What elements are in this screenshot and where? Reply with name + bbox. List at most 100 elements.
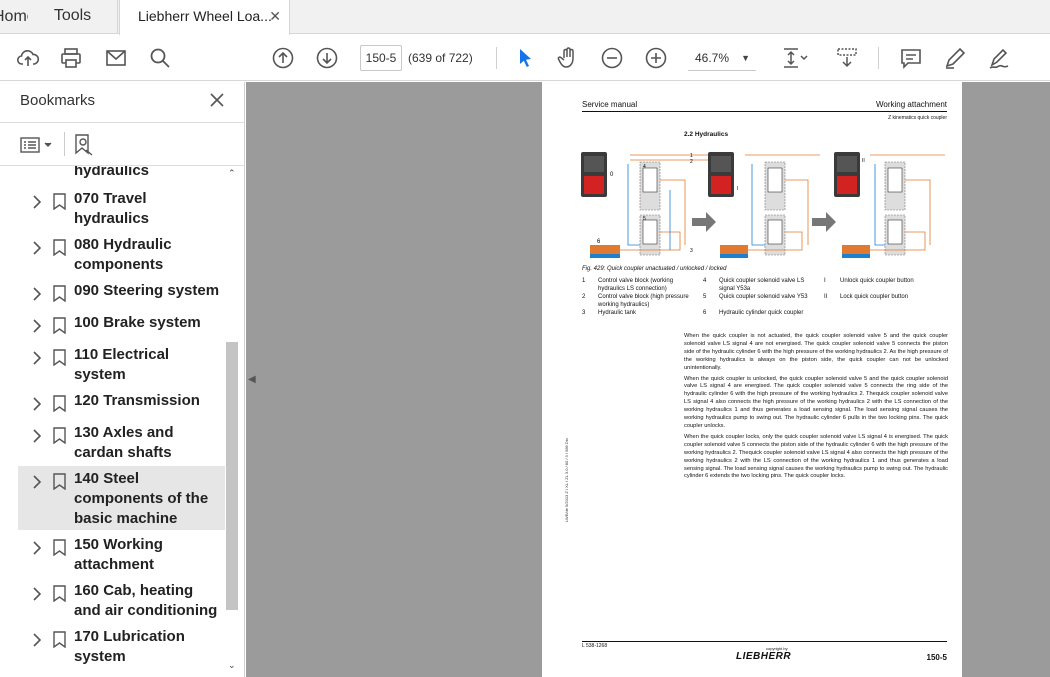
- legend-number: II: [824, 294, 828, 300]
- figure-caption: Fig. 429: Quick coupler unactuated / unl…: [582, 266, 727, 272]
- bookmark-label: 120 Transmission: [74, 392, 200, 409]
- svg-text:2: 2: [690, 159, 693, 165]
- collapse-panel-icon[interactable]: ◀: [248, 374, 256, 385]
- bookmark-item[interactable]: 160 Cab, heating and air conditioning: [18, 578, 225, 622]
- bookmark-label: 140 Steel components of the basic machin…: [74, 470, 209, 527]
- bookmark-icon: [53, 285, 66, 303]
- scroll-thumb[interactable]: [226, 342, 238, 610]
- page-header-left: Service manual: [582, 100, 638, 109]
- header-rule: [582, 111, 947, 112]
- bookmark-item[interactable]: hydraulics: [18, 166, 225, 180]
- legend-number: 2: [582, 294, 586, 300]
- chevron-right-icon[interactable]: [32, 319, 42, 333]
- legend-text: Control valve block (working hydraulics …: [598, 278, 674, 292]
- bookmark-icon: [53, 473, 66, 491]
- arrow-icon: [692, 212, 716, 232]
- highlight-pen-icon[interactable]: [942, 45, 968, 71]
- hand-icon[interactable]: [555, 45, 581, 71]
- toolbar-divider: [64, 132, 65, 156]
- toolbar-divider: [878, 47, 879, 69]
- close-icon[interactable]: ✕: [269, 0, 281, 33]
- close-icon[interactable]: [207, 90, 227, 110]
- next-page-icon[interactable]: [314, 45, 340, 71]
- pdf-page: Service manual Working attachment Z kine…: [542, 82, 962, 677]
- chevron-right-icon[interactable]: [32, 429, 42, 443]
- svg-text:II: II: [862, 158, 865, 164]
- bookmark-icon: [53, 585, 66, 603]
- scroll-down-icon[interactable]: ⌄: [228, 660, 236, 671]
- legend-number: 5: [703, 294, 707, 300]
- bookmark-item[interactable]: 070 Travel hydraulics: [18, 186, 225, 230]
- search-icon[interactable]: [147, 45, 173, 71]
- chevron-right-icon[interactable]: [32, 587, 42, 601]
- chevron-right-icon[interactable]: [32, 633, 42, 647]
- chevron-right-icon[interactable]: [32, 241, 42, 255]
- zoom-select[interactable]: 46.7% ▼: [688, 45, 756, 71]
- legend-text: Hydraulic cylinder quick coupler: [719, 310, 804, 316]
- bookmark-label: hydraulics: [74, 166, 150, 179]
- bookmark-label: 110 Electrical system: [74, 346, 170, 383]
- tab-bar: Home Tools Liebherr Wheel Loa... ✕: [0, 0, 1050, 35]
- diagram-panel-locked: II: [834, 152, 945, 258]
- body-text: When the quick coupler is not actuated, …: [684, 333, 948, 484]
- svg-text:4: 4: [643, 164, 646, 170]
- bookmark-icon: [53, 631, 66, 649]
- bookmark-item[interactable]: 120 Transmission: [18, 388, 225, 414]
- select-cursor-icon[interactable]: [512, 45, 538, 71]
- prev-page-icon[interactable]: [270, 45, 296, 71]
- paragraph: When the quick coupler is not actuated, …: [684, 333, 948, 371]
- print-icon[interactable]: [58, 45, 84, 71]
- tab-tools[interactable]: Tools: [28, 0, 118, 34]
- hydraulic-diagram-figure: 0 4 5 6 1 2 3 I II: [581, 152, 945, 258]
- chevron-right-icon[interactable]: [32, 287, 42, 301]
- bookmark-options-icon[interactable]: [20, 135, 54, 155]
- bookmark-label: 160 Cab, heating and air conditioning: [74, 582, 218, 619]
- comment-icon[interactable]: [898, 45, 924, 71]
- chevron-right-icon[interactable]: [32, 351, 42, 365]
- legend-number: I: [824, 278, 826, 284]
- footer-doc-code: L 538-1268: [582, 643, 608, 649]
- bookmark-item[interactable]: 090 Steering system: [18, 278, 225, 304]
- bookmark-item[interactable]: 140 Steel components of the basic machin…: [18, 466, 225, 530]
- chevron-right-icon[interactable]: [32, 541, 42, 555]
- bookmark-label: 150 Working attachment: [74, 536, 163, 573]
- tab-home[interactable]: Home: [0, 0, 28, 34]
- svg-text:3: 3: [690, 248, 693, 254]
- bookmarks-panel: Bookmarks hydraulics 070 Travel hydraulic…: [0, 82, 245, 677]
- page-number-input[interactable]: 150-5: [360, 45, 402, 71]
- chevron-right-icon[interactable]: [32, 475, 42, 489]
- zoom-in-icon[interactable]: [643, 45, 669, 71]
- add-bookmark-icon[interactable]: [73, 133, 95, 157]
- side-margin-text: LWE/de 5/2013 Z / XL / ZL 3.0 / 80 / 3 /…: [564, 438, 569, 522]
- toolbar-divider: [496, 47, 497, 69]
- chevron-right-icon[interactable]: [32, 397, 42, 411]
- tab-document[interactable]: Liebherr Wheel Loa... ✕: [119, 0, 290, 35]
- zoom-out-icon[interactable]: [599, 45, 625, 71]
- legend-number: 1: [582, 278, 586, 284]
- bookmark-item[interactable]: 100 Brake system: [18, 310, 225, 336]
- sign-icon[interactable]: [986, 45, 1012, 71]
- fit-page-icon[interactable]: [778, 45, 812, 71]
- legend-text: Hydraulic tank: [598, 310, 637, 316]
- scroll-mode-icon[interactable]: [834, 45, 860, 71]
- bookmark-icon: [53, 427, 66, 445]
- bookmark-item[interactable]: 110 Electrical system: [18, 342, 225, 386]
- bookmark-icon: [53, 349, 66, 367]
- footer-page-number: 150-5: [926, 653, 947, 662]
- bookmark-item[interactable]: 150 Working attachment: [18, 532, 225, 576]
- paragraph: When the quick coupler locks, only the q…: [684, 433, 948, 480]
- bookmarks-toolbar: [0, 122, 245, 166]
- bookmark-item[interactable]: 170 Lubrication system: [18, 624, 225, 668]
- scroll-up-icon[interactable]: ⌃: [228, 168, 236, 179]
- email-icon[interactable]: [103, 45, 129, 71]
- arrow-icon: [812, 212, 836, 232]
- bookmark-item[interactable]: 130 Axles and cardan shafts: [18, 420, 225, 464]
- upload-cloud-icon[interactable]: [15, 45, 41, 71]
- bookmark-item[interactable]: 080 Hydraulic components: [18, 232, 225, 276]
- paragraph: When the quick coupler is unlocked, the …: [684, 375, 948, 429]
- legend-text: Unlock quick coupler button: [840, 278, 914, 284]
- page-count: (639 of 722): [408, 51, 473, 65]
- chevron-right-icon[interactable]: [32, 195, 42, 209]
- scrollbar[interactable]: ⌃ ⌄: [226, 168, 238, 677]
- legend-number: 4: [703, 278, 707, 284]
